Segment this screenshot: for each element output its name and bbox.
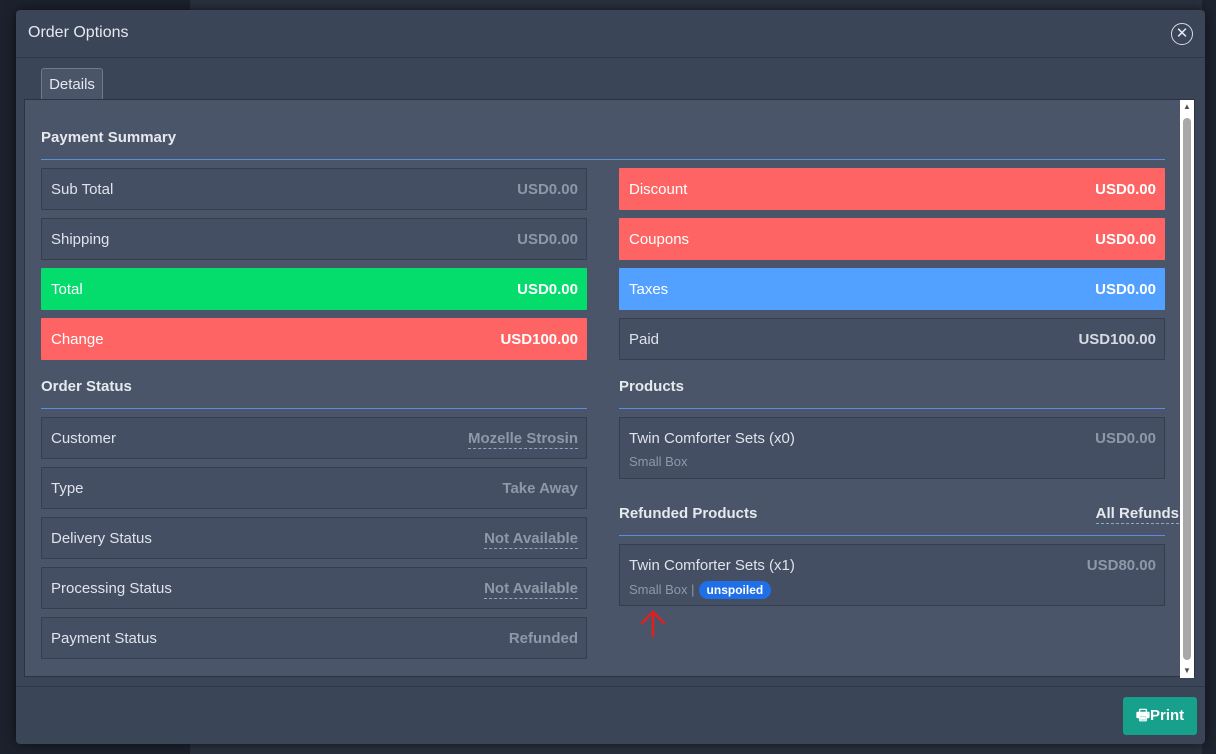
payment-summary-title: Payment Summary (41, 129, 177, 146)
printer-icon: 🖶 (1135, 707, 1150, 724)
coupons-row: Coupons USD0.00 (619, 218, 1165, 260)
paid-value: USD100.00 (1078, 331, 1156, 348)
condition-badge: unspoiled (698, 581, 772, 599)
paid-row: Paid USD100.00 (619, 318, 1165, 360)
section-divider (619, 535, 1165, 536)
refunded-products-title: Refunded Products (619, 505, 758, 522)
refunded-product-details: Small Box | unspoiled (629, 581, 772, 599)
subtotal-row: Sub Total USD0.00 (41, 168, 587, 210)
products-title: Products (619, 378, 685, 395)
delivery-status-value-link[interactable]: Not Available (484, 530, 578, 549)
total-label: Total (51, 281, 83, 298)
section-divider (619, 408, 1165, 409)
coupons-value: USD0.00 (1095, 231, 1156, 248)
product-item: Twin Comforter Sets (x0) Small Box USD0.… (619, 417, 1165, 479)
discount-value: USD0.00 (1095, 181, 1156, 198)
taxes-label: Taxes (629, 281, 669, 298)
taxes-value: USD0.00 (1095, 281, 1156, 298)
change-label: Change (51, 331, 104, 348)
refunded-product-item: Twin Comforter Sets (x1) Small Box | unsp… (619, 544, 1165, 606)
refunded-product-unit: Small Box (629, 582, 688, 597)
type-value: Take Away (502, 480, 578, 497)
product-unit: Small Box (629, 454, 688, 469)
subtotal-label: Sub Total (51, 181, 114, 198)
section-divider (41, 408, 587, 409)
scroll-up-icon[interactable]: ▲ (1180, 100, 1194, 114)
product-name: Twin Comforter Sets (x0) (629, 430, 795, 447)
delivery-status-row: Delivery Status Not Available (41, 517, 587, 559)
processing-status-row: Processing Status Not Available (41, 567, 587, 609)
payment-status-row: Payment Status Refunded (41, 617, 587, 659)
separator: | (691, 582, 695, 597)
taxes-row: Taxes USD0.00 (619, 268, 1165, 310)
customer-row: Customer Mozelle Strosin (41, 417, 587, 459)
discount-row: Discount USD0.00 (619, 168, 1165, 210)
refunded-product-price: USD80.00 (1086, 557, 1156, 574)
change-value: USD100.00 (500, 331, 578, 348)
all-refunds-link[interactable]: All Refunds (1095, 505, 1179, 524)
subtotal-value: USD0.00 (517, 181, 578, 198)
discount-label: Discount (629, 181, 688, 198)
scrollbar[interactable]: ▲ ▼ (1180, 100, 1194, 678)
scroll-down-icon[interactable]: ▼ (1180, 664, 1194, 678)
print-button[interactable]: 🖶Print (1123, 697, 1197, 735)
scroll-thumb[interactable] (1183, 118, 1191, 660)
payment-status-value: Refunded (508, 630, 578, 647)
type-row: Type Take Away (41, 467, 587, 509)
close-button[interactable]: ✕ (1171, 23, 1193, 45)
tab-details[interactable]: Details (41, 68, 103, 100)
customer-value-link[interactable]: Mozelle Strosin (467, 430, 578, 449)
processing-status-label: Processing Status (51, 580, 172, 597)
modal-title: Order Options (28, 24, 129, 41)
modal-footer: 🖶Print (16, 686, 1205, 744)
modal-content: Payment Summary Sub Total USD0.00 Shippi… (24, 99, 1195, 678)
payment-status-label: Payment Status (51, 630, 157, 647)
total-row: Total USD0.00 (41, 268, 587, 310)
type-label: Type (51, 480, 84, 497)
section-divider (41, 159, 1165, 160)
paid-label: Paid (629, 331, 660, 348)
coupons-label: Coupons (629, 231, 690, 248)
change-row: Change USD100.00 (41, 318, 587, 360)
arrow-up-icon (640, 610, 666, 638)
shipping-label: Shipping (51, 231, 110, 248)
order-options-modal: Order Options ✕ Details Payment Summary … (16, 10, 1205, 744)
order-status-title: Order Status (41, 378, 132, 395)
product-price: USD0.00 (1095, 430, 1156, 447)
total-value: USD0.00 (517, 281, 578, 298)
shipping-value: USD0.00 (517, 231, 578, 248)
processing-status-value-link[interactable]: Not Available (484, 580, 578, 599)
close-icon: ✕ (1175, 25, 1189, 42)
delivery-status-label: Delivery Status (51, 530, 152, 547)
shipping-row: Shipping USD0.00 (41, 218, 587, 260)
modal-header: Order Options ✕ (16, 10, 1205, 58)
customer-label: Customer (51, 430, 117, 447)
refunded-product-name: Twin Comforter Sets (x1) (629, 557, 795, 574)
print-label: Print (1150, 707, 1185, 724)
